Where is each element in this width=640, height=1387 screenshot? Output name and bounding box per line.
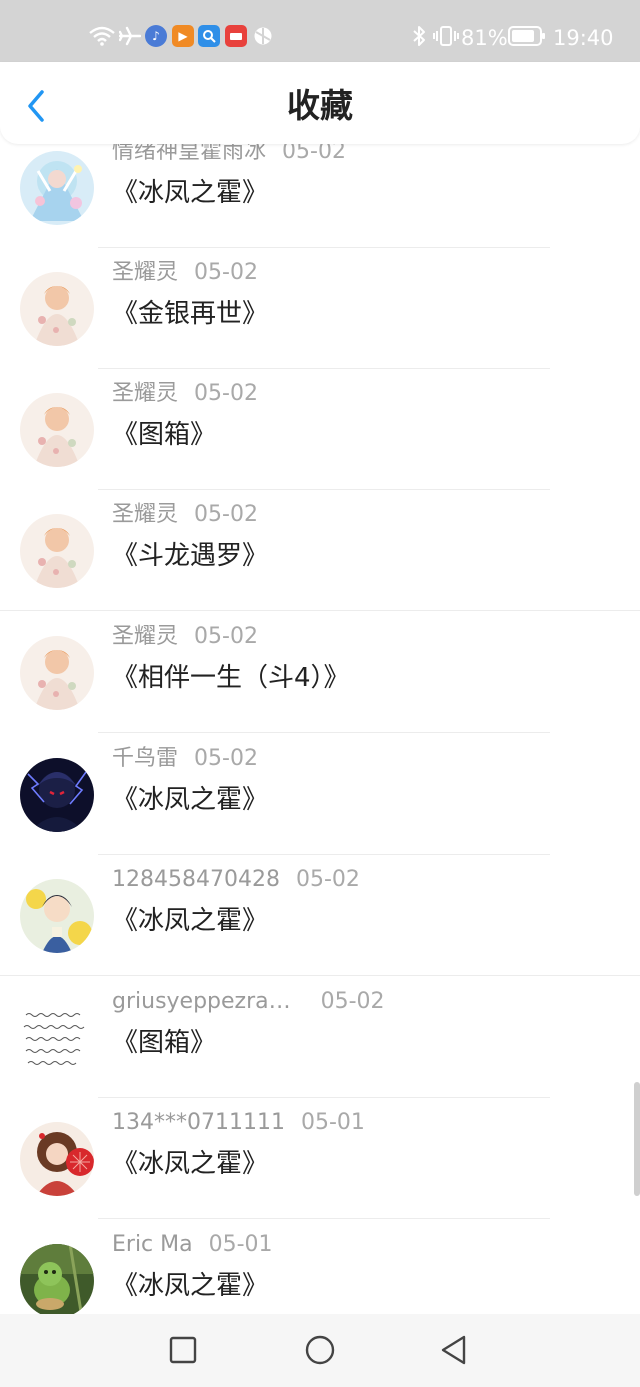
battery-percent: 81% <box>461 26 508 50</box>
status-bar: ♪ ▶ 81% 19:40 <box>0 0 640 62</box>
user-name: 圣耀灵 <box>112 381 179 406</box>
list-item[interactable]: 圣耀灵 05-02 《斗龙遇罗》 <box>0 490 640 611</box>
clock: 19:40 <box>553 26 614 50</box>
airplane-icon <box>118 24 142 48</box>
user-avatar <box>20 1122 94 1196</box>
system-nav-bar <box>0 1314 640 1387</box>
book-title: 《金银再世》 <box>112 299 269 329</box>
book-title: 《图箱》 <box>112 420 217 450</box>
favorite-date: 05-01 <box>208 1232 273 1257</box>
user-avatar <box>20 514 94 588</box>
book-title: 《相伴一生（斗4）》 <box>112 663 350 693</box>
user-name: 圣耀灵 <box>112 624 179 649</box>
wifi-icon <box>88 24 116 48</box>
row-divider <box>0 610 640 611</box>
book-title: 《冰凤之霍》 <box>112 1271 269 1301</box>
favorite-date: 05-02 <box>194 502 258 527</box>
favorite-date: 05-02 <box>194 260 258 285</box>
book-title: 《图箱》 <box>112 1028 217 1058</box>
system-back-button[interactable] <box>436 1332 472 1368</box>
scrollbar-thumb[interactable] <box>634 1082 640 1196</box>
favorite-date: 05-02 <box>320 989 385 1014</box>
recent-apps-button[interactable] <box>165 1332 201 1368</box>
recent-apps-icon <box>169 1336 197 1364</box>
favorite-date: 05-02 <box>194 381 258 406</box>
home-icon <box>305 1335 335 1365</box>
user-name: 千鸟雷 <box>112 746 179 771</box>
user-name: 134***0711111 <box>112 1110 285 1135</box>
user-avatar <box>20 272 94 346</box>
user-avatar <box>20 393 94 467</box>
favorite-date: 05-02 <box>282 144 346 164</box>
row-divider <box>0 975 640 976</box>
user-name: 圣耀灵 <box>112 260 179 285</box>
list-item[interactable]: Eric Ma 05-01 《冰凤之霍》 <box>0 1220 640 1314</box>
list-item[interactable]: 128458470428 05-02 《冰凤之霍》 <box>0 855 640 976</box>
music-app-icon: ♪ <box>145 25 167 47</box>
list-item[interactable]: griusyeppezra… 05-02 《图箱》 <box>0 977 640 1098</box>
user-name: 圣耀灵 <box>112 502 179 527</box>
list-item[interactable]: 圣耀灵 05-02 《金银再世》 <box>0 248 640 369</box>
user-avatar <box>20 151 94 225</box>
list-item[interactable]: 圣耀灵 05-02 《图箱》 <box>0 369 640 490</box>
favorite-date: 05-01 <box>300 1110 365 1135</box>
favorite-date: 05-02 <box>194 624 258 649</box>
huawei-video-app-icon <box>225 25 247 47</box>
book-title: 《斗龙遇罗》 <box>112 541 269 571</box>
bluetooth-icon <box>411 24 427 48</box>
list-item[interactable]: 千鸟雷 05-02 《冰凤之霍》 <box>0 734 640 855</box>
vibrate-icon <box>433 24 459 48</box>
home-button[interactable] <box>302 1332 338 1368</box>
user-name: Eric Ma <box>112 1232 193 1257</box>
book-title: 《冰凤之霍》 <box>112 178 269 208</box>
user-avatar <box>20 1001 94 1075</box>
favorites-list[interactable]: 情绪神皇霍雨冰 05-02 《冰凤之霍》 圣耀灵 05-02 《金银再世》 圣耀… <box>0 144 640 1314</box>
app-header: 收藏 <box>0 62 640 144</box>
user-name: griusyeppezra… <box>112 989 291 1014</box>
book-title: 《冰凤之霍》 <box>112 785 269 815</box>
row-divider <box>98 732 550 733</box>
list-item[interactable]: 情绪神皇霍雨冰 05-02 《冰凤之霍》 <box>0 144 640 248</box>
favorite-date: 05-02 <box>194 746 258 771</box>
search-app-icon <box>198 25 220 47</box>
user-avatar <box>20 758 94 832</box>
vpn-app-icon <box>252 25 274 47</box>
user-avatar <box>20 1244 94 1314</box>
book-title: 《冰凤之霍》 <box>112 1149 269 1179</box>
user-avatar <box>20 879 94 953</box>
user-name: 情绪神皇霍雨冰 <box>112 144 267 164</box>
user-name: 128458470428 <box>112 867 280 892</box>
video-app-icon: ▶ <box>172 25 194 47</box>
user-avatar <box>20 636 94 710</box>
book-title: 《冰凤之霍》 <box>112 906 269 936</box>
row-divider <box>98 1218 550 1219</box>
list-item[interactable]: 134***0711111 05-01 《冰凤之霍》 <box>0 1098 640 1219</box>
back-icon <box>441 1335 466 1365</box>
list-item[interactable]: 圣耀灵 05-02 《相伴一生（斗4）》 <box>0 612 640 733</box>
favorite-date: 05-02 <box>295 867 360 892</box>
page-title: 收藏 <box>287 86 353 125</box>
battery-icon <box>507 24 547 48</box>
